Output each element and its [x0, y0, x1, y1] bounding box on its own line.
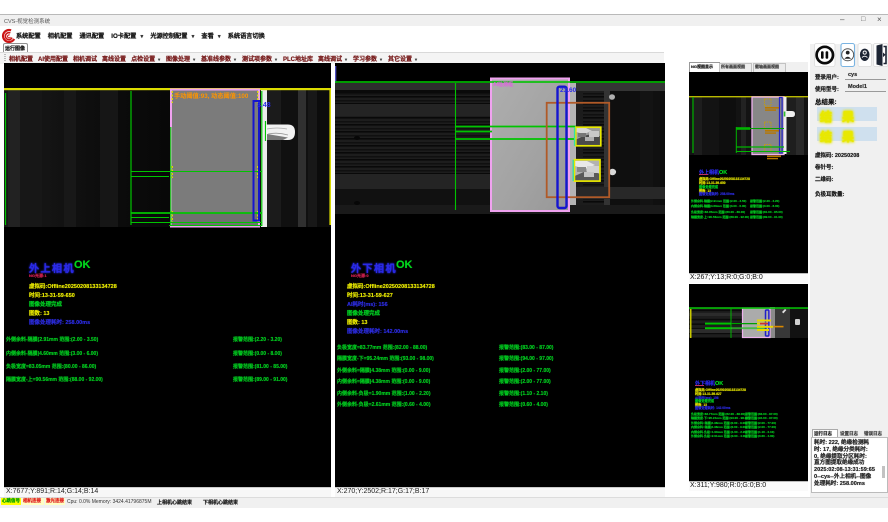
svg-text:AI检测框: AI检测框 [493, 81, 513, 88]
svg-text:手动阈值:93, 动态阈值:100: 手动阈值:93, 动态阈值:100 [174, 92, 249, 100]
svg-text:23.60: 23.60 [560, 87, 577, 94]
svg-text:3.48: 3.48 [257, 102, 271, 109]
